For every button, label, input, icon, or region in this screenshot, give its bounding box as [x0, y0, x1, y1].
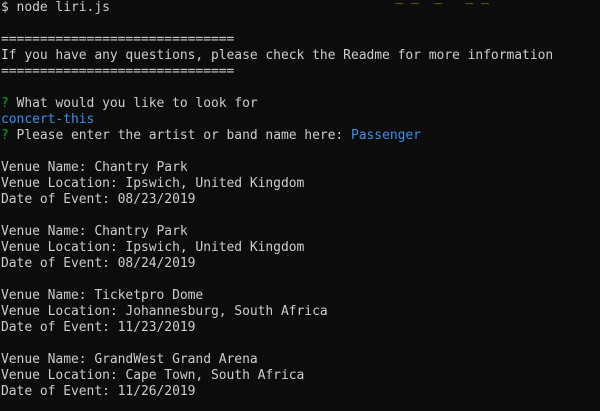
terminal-window[interactable]: _ _ _ _ _ $ node liri.js ===============…	[0, 0, 600, 411]
event-2-date: Date of Event: 08/24/2019	[1, 256, 196, 271]
event-4-date: Date of Event: 11/26/2019	[1, 384, 196, 399]
event-3-venue-name: Venue Name: Ticketpro Dome	[1, 288, 204, 303]
event-1-venue-name: Venue Name: Chantry Park	[1, 160, 188, 175]
event-3-venue-location: Venue Location: Johannesburg, South Afri…	[1, 304, 328, 319]
help-text: If you have any questions, please check …	[1, 48, 554, 63]
event-3-date: Date of Event: 11/23/2019	[1, 320, 196, 335]
event-4-venue-name: Venue Name: GrandWest Grand Arena	[1, 352, 258, 367]
event-2-venue-name: Venue Name: Chantry Park	[1, 224, 188, 239]
question-1-text: What would you like to look for	[8, 96, 258, 111]
question-2-text: Please enter the artist or band name her…	[8, 128, 351, 143]
event-1-date: Date of Event: 08/23/2019	[1, 192, 196, 207]
separator-top: ==============================	[1, 32, 235, 47]
answer-2: Passenger	[350, 128, 421, 143]
command-line: $ node liri.js	[1, 0, 110, 15]
event-2-venue-location: Venue Location: Ipswich, United Kingdom	[1, 240, 305, 255]
prompt-question-2: ? Please enter the artist or band name h…	[1, 128, 421, 144]
question-mark-icon: ?	[1, 96, 9, 111]
separator-bottom: ==============================	[1, 64, 235, 79]
event-4-venue-location: Venue Location: Cape Town, South Africa	[1, 368, 305, 383]
event-1-venue-location: Venue Location: Ipswich, United Kingdom	[1, 176, 305, 191]
answer-1: concert-this	[1, 112, 95, 127]
prompt-question-1: ? What would you like to look for	[1, 96, 258, 112]
clipped-top-output: _ _ _ _ _	[380, 0, 489, 6]
question-mark-icon: ?	[1, 128, 9, 143]
